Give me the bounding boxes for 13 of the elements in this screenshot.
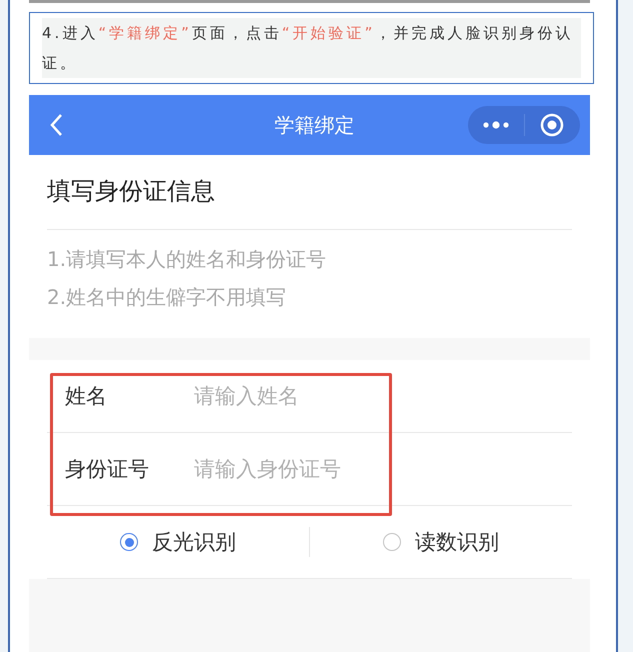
page-title: 学籍绑定 bbox=[274, 112, 354, 138]
instruction-text: 4.进入“学籍绑定”页面，点击“开始验证”，并完成人脸识别身份认证。 bbox=[42, 18, 581, 78]
more-icon[interactable] bbox=[482, 121, 510, 129]
radio-option[interactable]: 反光识别 bbox=[47, 527, 309, 557]
back-icon[interactable] bbox=[49, 113, 63, 137]
tip-text: 1.请填写本人的姓名和身份证号 bbox=[47, 246, 328, 273]
field-label: 姓名 bbox=[65, 383, 108, 410]
field-label: 身份证号 bbox=[65, 456, 150, 483]
close-target-icon[interactable] bbox=[540, 113, 564, 137]
input-field[interactable]: 请输入姓名 bbox=[192, 383, 416, 409]
tip-text: 2.姓名中的生僻字不用填写 bbox=[47, 284, 288, 311]
input-field[interactable]: 请输入身份证号 bbox=[192, 456, 416, 482]
radio-option[interactable]: 读数识别 bbox=[310, 527, 572, 557]
